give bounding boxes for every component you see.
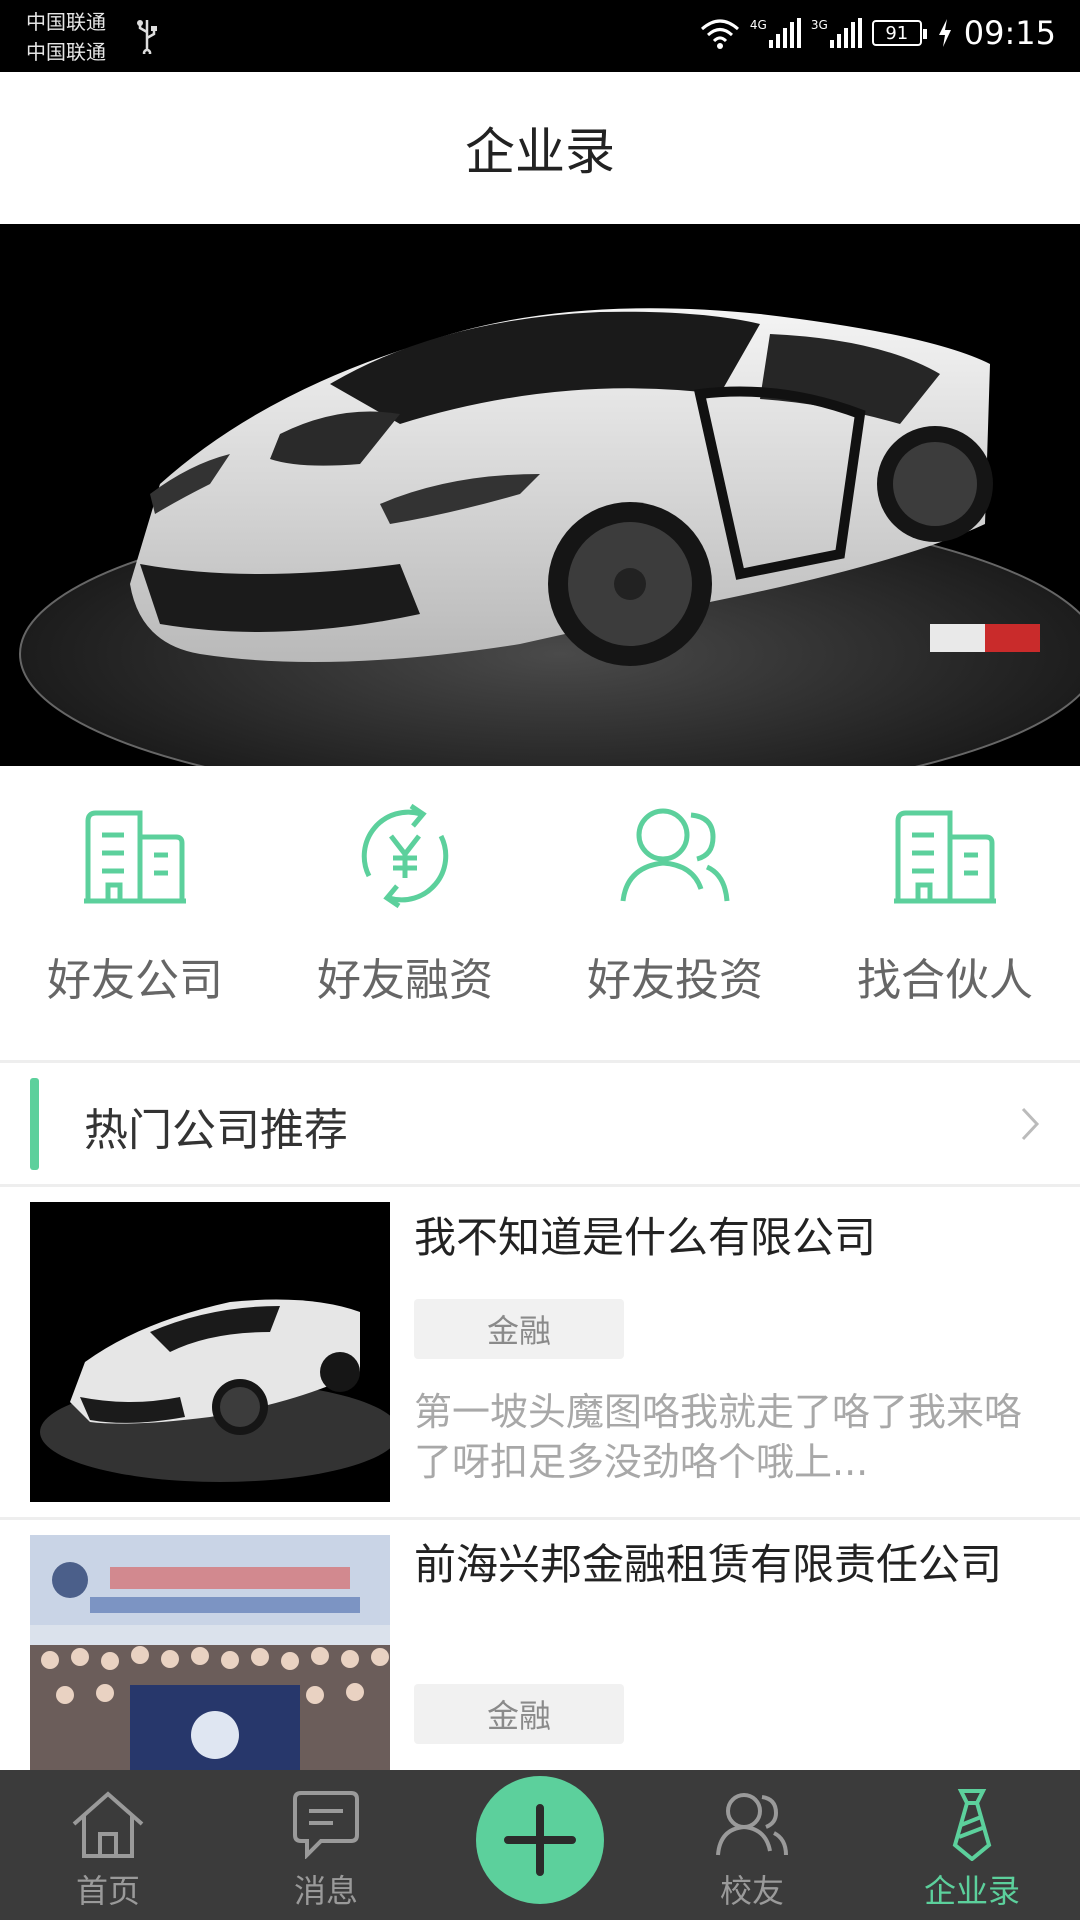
car-image — [30, 1202, 390, 1502]
divider — [0, 1060, 1080, 1063]
company-name: 我不知道是什么有限公司 — [414, 1213, 877, 1262]
charging-icon — [938, 19, 951, 47]
quick-entry-label: 找合伙人 — [857, 955, 1033, 1006]
page-title: 企业录 — [465, 123, 615, 181]
network-type-label: 4G — [749, 18, 767, 32]
quick-entry-friend-company[interactable]: 好友公司 — [0, 766, 270, 1060]
yuan-cycle-icon — [361, 803, 449, 909]
wifi-icon — [700, 19, 739, 49]
plus-icon — [504, 1804, 576, 1876]
nav-home[interactable]: 首页 — [8, 1770, 208, 1920]
users-icon — [620, 808, 730, 902]
nav-messages[interactable]: 消息 — [226, 1770, 426, 1920]
banner-image — [0, 224, 1080, 766]
quick-entry-label: 好友投资 — [587, 955, 763, 1006]
hot-companies-header[interactable]: 热门公司推荐 — [0, 1064, 1080, 1184]
quick-entry-grid: 好友公司 好友融资 好友投资 找合伙人 — [0, 766, 1080, 1060]
status-bar: 中国联通 中国联通 4G 3G 91 09:15 — [0, 0, 1080, 72]
company-card[interactable]: 前海兴邦金融租赁有限责任公司 金融 — [0, 1520, 1080, 1770]
nav-label: 校友 — [719, 1872, 784, 1910]
nav-label: 消息 — [293, 1872, 358, 1910]
industry-tag: 金融 — [414, 1684, 624, 1744]
chevron-right-icon — [1021, 1107, 1040, 1141]
industry-tag: 金融 — [414, 1299, 624, 1359]
company-description: 第一坡头魔图咯我就走了咯了我来咯了呀扣足多没劲咯个哦上... — [414, 1390, 1023, 1484]
building-icon — [84, 810, 186, 904]
add-button[interactable] — [476, 1776, 604, 1904]
quick-entry-friend-financing[interactable]: 好友融资 — [270, 766, 540, 1060]
tie-icon — [952, 1789, 992, 1861]
nav-label: 首页 — [75, 1872, 140, 1910]
network-type-label: 3G — [810, 18, 828, 32]
clock: 09:15 — [963, 14, 1056, 52]
group-photo-image — [30, 1535, 390, 1770]
banner-carousel[interactable] — [0, 224, 1080, 766]
quick-entry-label: 好友融资 — [317, 955, 493, 1006]
battery-indicator: 91 — [871, 20, 927, 46]
quick-entry-find-partner[interactable]: 找合伙人 — [810, 766, 1080, 1060]
alumni-icon — [716, 1793, 788, 1856]
signal-icon — [829, 18, 862, 48]
signal-icon — [768, 18, 801, 48]
section-title: 热门公司推荐 — [84, 1105, 348, 1156]
quick-entry-friend-investment[interactable]: 好友投资 — [540, 766, 810, 1060]
company-card[interactable]: 我不知道是什么有限公司 金融 第一坡头魔图咯我就走了咯了我来咯了呀扣足多没劲咯个… — [0, 1187, 1080, 1517]
home-icon — [72, 1791, 144, 1858]
nav-label: 企业录 — [923, 1872, 1020, 1910]
section-accent-bar — [30, 1078, 39, 1170]
title-bar: 企业录 — [0, 72, 1080, 224]
usb-icon — [137, 20, 157, 54]
building-icon — [894, 810, 996, 904]
quick-entry-label: 好友公司 — [47, 955, 223, 1006]
nav-alumni[interactable]: 校友 — [652, 1770, 852, 1920]
company-thumbnail — [30, 1202, 390, 1502]
nav-enterprise-directory[interactable]: 企业录 — [872, 1770, 1072, 1920]
message-icon — [293, 1791, 359, 1859]
carrier-label: 中国联通 — [26, 10, 106, 34]
company-thumbnail — [30, 1535, 390, 1770]
company-name: 前海兴邦金融租赁有限责任公司 — [414, 1540, 1003, 1589]
carrier-label: 中国联通 — [26, 40, 106, 64]
